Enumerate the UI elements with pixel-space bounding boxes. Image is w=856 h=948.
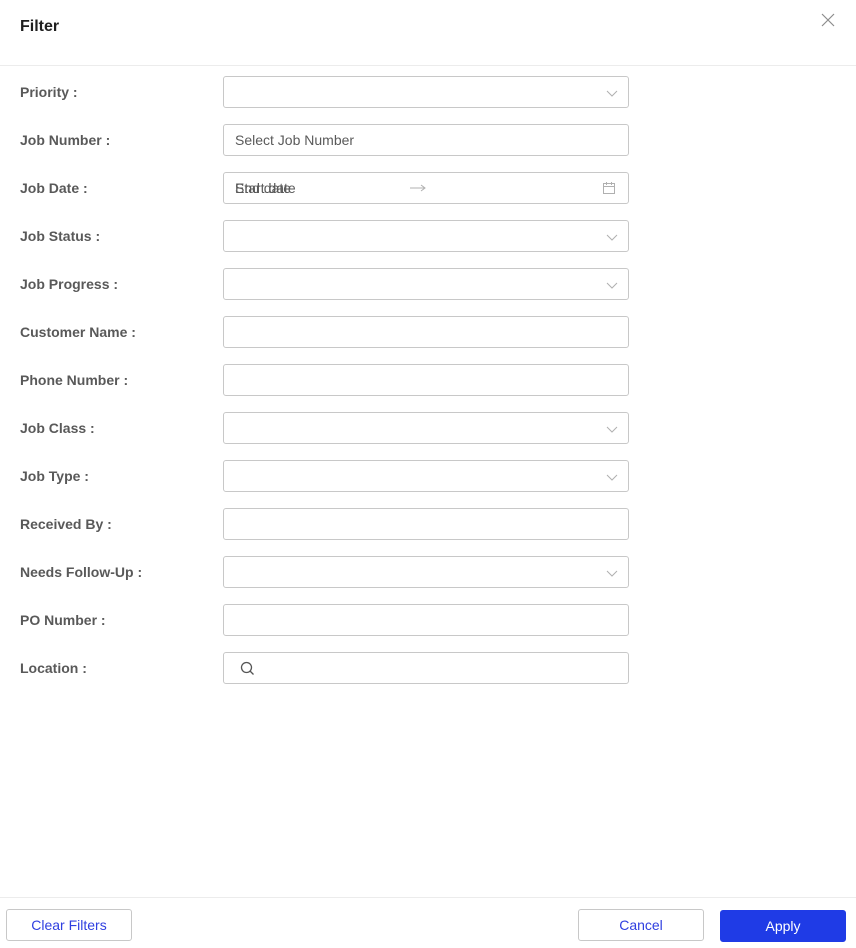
cancel-button[interactable]: Cancel <box>578 909 704 941</box>
job-progress-label: Job Progress : <box>20 276 119 292</box>
apply-button[interactable]: Apply <box>720 910 846 942</box>
job-status-label: Job Status : <box>20 228 101 244</box>
needs-follow-up-row: Needs Follow-Up : <box>0 556 856 588</box>
priority-label: Priority : <box>20 84 78 100</box>
end-date-input[interactable] <box>224 173 628 203</box>
received-by-input[interactable] <box>224 509 628 539</box>
priority-row: Priority : <box>0 76 856 108</box>
job-number-field <box>223 124 629 156</box>
chevron-down-icon <box>606 474 618 481</box>
job-class-row: Job Class : <box>0 412 856 444</box>
customer-name-label: Customer Name : <box>20 324 136 340</box>
chevron-down-icon <box>606 570 618 577</box>
close-icon <box>821 13 835 27</box>
needs-follow-up-select[interactable] <box>223 556 629 588</box>
received-by-field <box>223 508 629 540</box>
chevron-down-icon <box>606 426 618 433</box>
clear-filters-button[interactable]: Clear Filters <box>6 909 132 941</box>
po-number-label: PO Number : <box>20 612 106 628</box>
job-number-row: Job Number : <box>0 124 856 156</box>
job-type-label: Job Type : <box>20 468 89 484</box>
job-type-row: Job Type : <box>0 460 856 492</box>
priority-select[interactable] <box>223 76 629 108</box>
phone-number-input[interactable] <box>224 365 628 395</box>
needs-follow-up-label: Needs Follow-Up : <box>20 564 143 580</box>
close-button[interactable] <box>818 10 838 30</box>
job-date-row: Job Date : <box>0 172 856 204</box>
job-number-input[interactable] <box>224 125 628 155</box>
job-status-row: Job Status : <box>0 220 856 252</box>
location-search-input[interactable] <box>224 653 628 683</box>
chevron-down-icon <box>606 282 618 289</box>
job-type-select[interactable] <box>223 460 629 492</box>
job-date-label: Job Date : <box>20 180 88 196</box>
job-class-select[interactable] <box>223 412 629 444</box>
job-status-select[interactable] <box>223 220 629 252</box>
filter-dialog: Filter Priority : Job Number : Job Date … <box>0 0 856 948</box>
location-row: Location : <box>0 652 856 684</box>
dialog-footer: Clear Filters Cancel Apply <box>0 897 856 948</box>
job-class-label: Job Class : <box>20 420 95 436</box>
received-by-label: Received By : <box>20 516 112 532</box>
dialog-title: Filter <box>20 18 60 35</box>
calendar-icon <box>603 182 615 194</box>
po-number-field <box>223 604 629 636</box>
location-label: Location : <box>20 660 87 676</box>
chevron-down-icon <box>606 234 618 241</box>
job-date-range-picker[interactable] <box>223 172 629 204</box>
received-by-row: Received By : <box>0 508 856 540</box>
phone-number-field <box>223 364 629 396</box>
phone-number-row: Phone Number : <box>0 364 856 396</box>
chevron-down-icon <box>606 90 618 97</box>
job-number-label: Job Number : <box>20 132 111 148</box>
phone-number-label: Phone Number : <box>20 372 129 388</box>
customer-name-row: Customer Name : <box>0 316 856 348</box>
customer-name-field <box>223 316 629 348</box>
job-progress-row: Job Progress : <box>0 268 856 300</box>
customer-name-input[interactable] <box>224 317 628 347</box>
po-number-row: PO Number : <box>0 604 856 636</box>
po-number-input[interactable] <box>224 605 628 635</box>
location-field <box>223 652 629 684</box>
dialog-header: Filter <box>0 0 856 66</box>
job-progress-select[interactable] <box>223 268 629 300</box>
